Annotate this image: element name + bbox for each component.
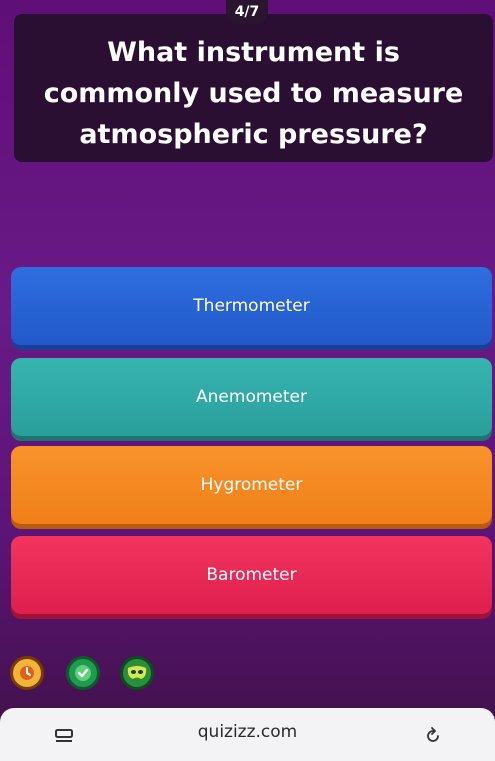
question-text: What instrument is commonly used to meas…	[43, 36, 464, 150]
answer-option-label: Hygrometer	[200, 475, 303, 495]
answer-option-label: Barometer	[206, 565, 297, 585]
reload-icon[interactable]	[424, 727, 442, 745]
checkmark-powerup-button[interactable]	[66, 656, 100, 690]
mask-powerup-icon	[127, 666, 147, 679]
streak-powerup-button[interactable]	[10, 656, 44, 690]
answer-option-label: Thermometer	[193, 296, 310, 316]
streak-icon	[20, 666, 34, 680]
url-text[interactable]: quizizz.com	[0, 722, 495, 742]
answer-option-2[interactable]: Anemometer	[11, 358, 492, 436]
question-counter: 4/7	[226, 0, 268, 24]
answer-option-3[interactable]: Hygrometer	[11, 446, 492, 524]
checkmark-powerup-icon	[75, 665, 91, 681]
answer-option-label: Anemometer	[196, 387, 307, 407]
browser-address-bar[interactable]: quizizz.com	[0, 708, 495, 761]
question-card: What instrument is commonly used to meas…	[14, 14, 493, 162]
quiz-screen: What instrument is commonly used to meas…	[0, 0, 495, 761]
answer-option-1[interactable]: Thermometer	[11, 267, 492, 345]
answer-option-4[interactable]: Barometer	[11, 536, 492, 614]
mask-powerup-button[interactable]	[120, 656, 154, 690]
